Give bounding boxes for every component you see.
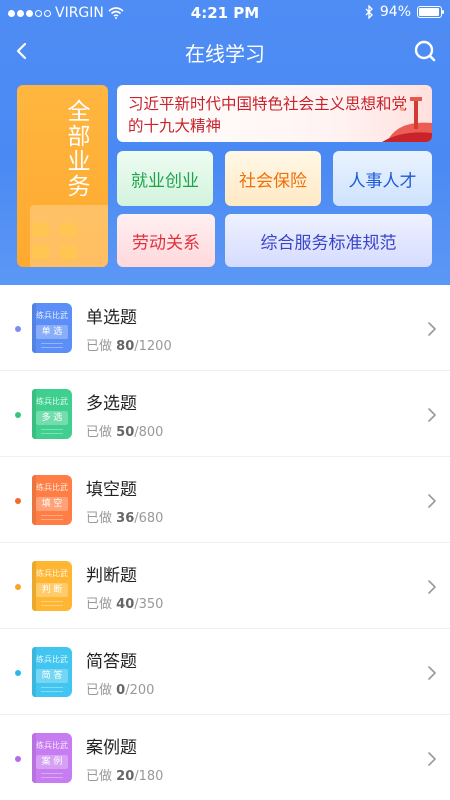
done-prefix: 已做 xyxy=(86,339,113,354)
book-icon-label: 填 空 xyxy=(36,497,68,511)
total-count: /680 xyxy=(134,511,164,526)
done-prefix: 已做 xyxy=(86,597,113,612)
building-illustration-icon xyxy=(30,205,108,267)
list-bullet-dot xyxy=(15,326,21,332)
list-bullet-dot xyxy=(15,670,21,676)
book-icon: 练兵比武 单 选 xyxy=(32,303,72,353)
list-item[interactable]: 练兵比武 案 例 案例题 已做 20/180 xyxy=(0,715,450,800)
question-type-title: 简答题 xyxy=(86,652,137,672)
header: VIRGIN 4:21 PM 94% 在线学习 全部业务 习近平新时代中国特色社… xyxy=(0,0,450,285)
list-item[interactable]: 练兵比武 单 选 单选题 已做 80/1200 xyxy=(0,285,450,371)
done-count: 36 xyxy=(116,511,135,526)
tile-social-insurance-label: 社会保险 xyxy=(239,171,307,191)
total-count: /200 xyxy=(125,683,155,698)
done-count: 40 xyxy=(116,597,135,612)
book-icon-label: 案 例 xyxy=(36,755,68,769)
progress-text: 已做 20/180 xyxy=(86,765,163,784)
book-icon-caption: 练兵比武 xyxy=(36,483,68,492)
tile-service-standards[interactable]: 综合服务标准规范 xyxy=(225,214,432,267)
tile-personnel-label: 人事人才 xyxy=(348,171,417,191)
status-bar: VIRGIN 4:21 PM 94% xyxy=(0,0,450,26)
list-bullet-dot xyxy=(15,584,21,590)
total-count: /350 xyxy=(134,597,164,612)
chevron-right-icon xyxy=(428,666,436,680)
tile-labor-relations[interactable]: 劳动关系 xyxy=(117,214,215,267)
nav-bar: 在线学习 xyxy=(0,30,450,74)
tile-service-standards-label: 综合服务标准规范 xyxy=(260,233,397,253)
done-prefix: 已做 xyxy=(86,769,113,784)
chevron-right-icon xyxy=(428,580,436,594)
book-icon-caption: 练兵比武 xyxy=(36,311,68,320)
total-count: /180 xyxy=(134,769,164,784)
done-count: 80 xyxy=(116,339,135,354)
progress-text: 已做 80/1200 xyxy=(86,335,172,354)
book-icon: 练兵比武 填 空 xyxy=(32,475,72,525)
chevron-right-icon xyxy=(428,408,436,422)
battery-percent: 94% xyxy=(379,4,411,20)
tile-labor-relations-label: 劳动关系 xyxy=(132,233,200,253)
book-icon-label: 简 答 xyxy=(36,669,68,683)
tile-employment[interactable]: 就业创业 xyxy=(117,151,213,206)
book-icon-label: 单 选 xyxy=(36,325,68,339)
list-item[interactable]: 练兵比武 简 答 简答题 已做 0/200 xyxy=(0,629,450,715)
done-count: 20 xyxy=(116,769,135,784)
flag-decoration-icon xyxy=(382,97,432,142)
policy-banner[interactable]: 习近平新时代中国特色社会主义思想和党的十九大精神 xyxy=(117,85,432,142)
chevron-right-icon xyxy=(428,494,436,508)
question-type-title: 多选题 xyxy=(86,394,137,414)
all-business-label: 全部业务 xyxy=(63,99,89,199)
list-bullet-dot xyxy=(15,498,21,504)
search-icon[interactable] xyxy=(410,36,440,66)
total-count: /1200 xyxy=(134,339,172,354)
tile-social-insurance[interactable]: 社会保险 xyxy=(225,151,321,206)
book-icon: 练兵比武 案 例 xyxy=(32,733,72,783)
list-bullet-dot xyxy=(15,412,21,418)
all-business-card[interactable]: 全部业务 xyxy=(17,85,108,267)
list-item[interactable]: 练兵比武 判 断 判断题 已做 40/350 xyxy=(0,543,450,629)
book-icon-label: 多 选 xyxy=(36,411,68,425)
list-item[interactable]: 练兵比武 填 空 填空题 已做 36/680 xyxy=(0,457,450,543)
page-title: 在线学习 xyxy=(185,42,265,66)
battery-level-fill xyxy=(419,8,439,16)
question-type-title: 案例题 xyxy=(86,738,137,758)
bluetooth-icon xyxy=(365,5,373,19)
list-item[interactable]: 练兵比武 多 选 多选题 已做 50/800 xyxy=(0,371,450,457)
tile-personnel[interactable]: 人事人才 xyxy=(333,151,432,206)
book-icon-caption: 练兵比武 xyxy=(36,741,68,750)
progress-text: 已做 40/350 xyxy=(86,593,163,612)
book-icon-caption: 练兵比武 xyxy=(36,569,68,578)
chevron-right-icon xyxy=(428,322,436,336)
book-icon: 练兵比武 多 选 xyxy=(32,389,72,439)
question-type-title: 判断题 xyxy=(86,566,137,586)
progress-text: 已做 50/800 xyxy=(86,421,163,440)
progress-text: 已做 0/200 xyxy=(86,679,154,698)
done-count: 50 xyxy=(116,425,135,440)
book-icon: 练兵比武 判 断 xyxy=(32,561,72,611)
done-prefix: 已做 xyxy=(86,511,113,526)
status-right: 94% xyxy=(365,4,444,20)
done-prefix: 已做 xyxy=(86,683,113,698)
chevron-right-icon xyxy=(428,752,436,766)
book-icon: 练兵比武 简 答 xyxy=(32,647,72,697)
question-type-title: 填空题 xyxy=(86,480,137,500)
done-prefix: 已做 xyxy=(86,425,113,440)
battery-icon xyxy=(417,6,444,18)
book-icon-caption: 练兵比武 xyxy=(36,655,68,664)
total-count: /800 xyxy=(134,425,164,440)
question-type-list: 练兵比武 单 选 单选题 已做 80/1200 练兵比武 多 选 多选题 已做 … xyxy=(0,285,450,800)
policy-banner-text: 习近平新时代中国特色社会主义思想和党的十九大精神 xyxy=(128,95,408,135)
book-icon-caption: 练兵比武 xyxy=(36,397,68,406)
done-count: 0 xyxy=(116,683,126,698)
tile-employment-label: 就业创业 xyxy=(131,171,199,191)
question-type-title: 单选题 xyxy=(86,308,137,328)
progress-text: 已做 36/680 xyxy=(86,507,163,526)
book-icon-label: 判 断 xyxy=(36,583,68,597)
list-bullet-dot xyxy=(15,756,21,762)
